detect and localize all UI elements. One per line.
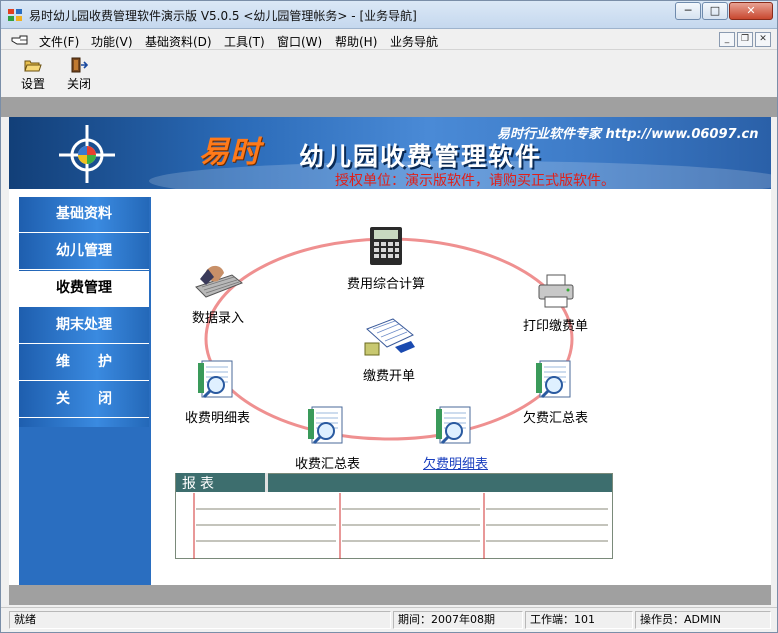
navigation-panel: 基础资料 幼儿管理 收费管理 期末处理 维 护 关 闭 费用综合计算 数据录入 …	[9, 189, 771, 585]
data-entry-node[interactable]: 数据录入	[192, 261, 244, 326]
menu-basic-data[interactable]: 基础资料(D)	[145, 33, 212, 50]
mdi-restore-button[interactable]: ❐	[737, 32, 753, 47]
fee-calculation-label: 费用综合计算	[347, 277, 426, 292]
menu-window[interactable]: 窗口(W)	[277, 33, 322, 50]
calculator-icon	[370, 227, 402, 265]
close-label: 关闭	[66, 77, 91, 91]
report-magnifier-icon	[307, 406, 342, 445]
menu-help[interactable]: 帮助(H)	[335, 33, 377, 50]
maximize-button[interactable]: □	[702, 2, 728, 20]
banner: 易时 幼儿园收费管理软件 易时行业软件专家 http://www.06097.c…	[9, 117, 771, 189]
toolbar-close-button[interactable]: 关闭	[57, 53, 101, 95]
mdi-close-button[interactable]: ✕	[755, 32, 771, 47]
window-title: 易时幼儿园收费管理软件演示版 V5.0.5 <幼儿园管理帐务> - [业务导航]	[29, 9, 417, 23]
toolbar: 设置 关闭	[1, 51, 777, 97]
arrears-detail-node[interactable]: 欠费明细表	[423, 405, 488, 472]
keyboard-typing-icon	[195, 265, 243, 298]
billing-form-icon	[364, 318, 415, 356]
vendor-slogan: 易时行业软件专家 http://www.06097.cn	[497, 127, 759, 142]
report-magnifier-icon	[435, 406, 470, 445]
menu-function[interactable]: 功能(V)	[91, 33, 133, 50]
print-receipt-label: 打印缴费单	[523, 319, 589, 334]
report-magnifier-icon	[535, 360, 570, 399]
status-ready: 就绪	[9, 611, 391, 629]
payment-order-label: 缴费开单	[362, 369, 415, 384]
settings-button[interactable]: 设置	[11, 53, 55, 95]
status-period: 期间：2007年08期	[393, 611, 523, 629]
settings-label: 设置	[20, 77, 45, 91]
fee-calculation-node[interactable]: 费用综合计算	[347, 225, 425, 292]
report-tab-title: 报表	[176, 473, 268, 492]
product-name: 幼儿园收费管理软件	[299, 142, 543, 171]
fee-summary-label: 收费汇总表	[295, 457, 361, 472]
arrears-summary-node[interactable]: 欠费汇总表	[523, 359, 588, 426]
app-window: 易时幼儿园收费管理软件演示版 V5.0.5 <幼儿园管理帐务> - [业务导航]…	[0, 0, 778, 633]
brand-logo-text: 易时	[199, 135, 261, 170]
arrears-summary-label: 欠费汇总表	[523, 411, 589, 426]
mdi-minimize-button[interactable]: _	[719, 32, 735, 47]
payment-order-node[interactable]: 缴费开单	[361, 317, 417, 384]
print-receipt-node[interactable]: 打印缴费单	[523, 273, 588, 334]
title-bar: 易时幼儿园收费管理软件演示版 V5.0.5 <幼儿园管理帐务> - [业务导航]…	[1, 1, 777, 29]
menu-tools[interactable]: 工具(T)	[224, 33, 265, 50]
folder-open-icon	[24, 60, 42, 72]
report-ledger-lines	[193, 493, 608, 559]
report-panel: 报表	[175, 473, 613, 559]
toolbar-separator	[1, 97, 777, 117]
menu-file[interactable]: 文件(F)	[39, 33, 79, 50]
printer-icon	[538, 274, 573, 308]
close-window-button[interactable]: ✕	[729, 2, 773, 20]
fee-detail-node[interactable]: 收费明细表	[185, 359, 250, 426]
fee-detail-label: 收费明细表	[185, 411, 251, 426]
status-operator: 操作员：ADMIN	[635, 611, 771, 629]
pointing-hand-icon	[11, 35, 28, 45]
app-icon	[8, 9, 22, 21]
status-bar: 就绪 期间：2007年08期 工作端：101 操作员：ADMIN	[1, 607, 777, 632]
arrears-detail-link[interactable]: 欠费明细表	[423, 453, 488, 472]
data-entry-label: 数据录入	[192, 311, 245, 326]
menu-bar: 文件(F) 功能(V) 基础资料(D) 工具(T) 窗口(W) 帮助(H) 业务…	[1, 30, 777, 50]
status-terminal: 工作端：101	[525, 611, 633, 629]
menu-business-nav[interactable]: 业务导航	[390, 33, 438, 50]
fee-summary-node[interactable]: 收费汇总表	[295, 405, 360, 472]
bottom-bar	[9, 585, 771, 605]
report-magnifier-icon	[197, 360, 232, 399]
exit-door-icon	[71, 57, 88, 73]
minimize-button[interactable]: ─	[675, 2, 701, 20]
license-notice: 授权单位：演示版软件，请购买正式版软件。	[335, 173, 615, 189]
crosshair-logo-icon	[59, 125, 115, 183]
